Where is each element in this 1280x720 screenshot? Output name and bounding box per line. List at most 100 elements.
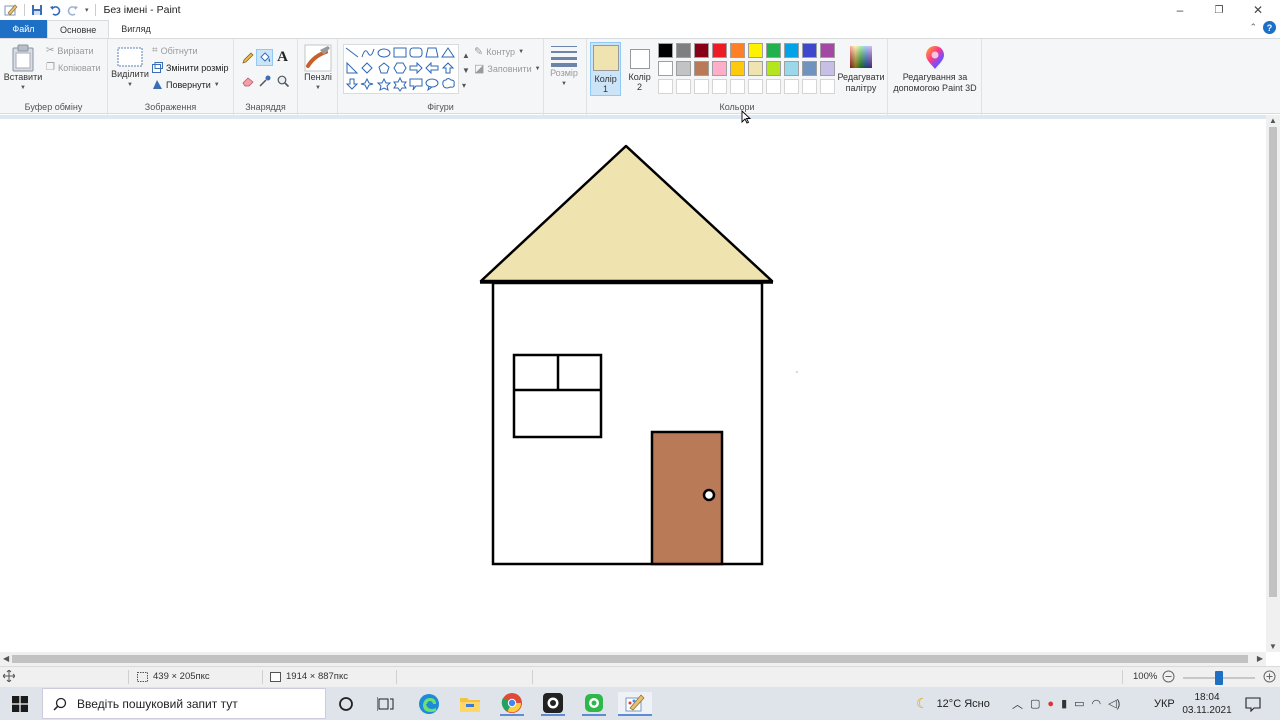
start-button[interactable] xyxy=(8,692,32,716)
size-button[interactable]: Розмір ▼ xyxy=(546,44,582,90)
scroll-up-arrow[interactable]: ▲ xyxy=(1269,116,1277,125)
palette-custom-slot[interactable] xyxy=(676,79,691,94)
cloud-callout-shape[interactable] xyxy=(442,78,455,89)
vertical-scroll-thumb[interactable] xyxy=(1269,127,1277,597)
paint-app-icon[interactable] xyxy=(4,3,18,17)
palette-color-swatch[interactable] xyxy=(766,61,781,76)
tab-view[interactable]: Вигляд xyxy=(109,20,163,38)
palette-color-swatch[interactable] xyxy=(802,61,817,76)
cortana-button[interactable] xyxy=(334,692,358,716)
weather-widget[interactable]: ☾ 12°C Ясно xyxy=(916,687,990,720)
meet-now-icon[interactable]: ▢ xyxy=(1030,697,1040,710)
rectangle-shape[interactable] xyxy=(393,47,407,58)
palette-color-swatch[interactable] xyxy=(820,43,835,58)
vertical-scrollbar[interactable]: ▲ ▼ xyxy=(1266,115,1280,652)
paste-button[interactable]: Вставити ▼ xyxy=(4,44,42,94)
taskbar-camera-app[interactable] xyxy=(541,692,565,716)
palette-color-swatch[interactable] xyxy=(712,43,727,58)
diamond-shape[interactable] xyxy=(361,62,373,74)
redo-icon[interactable] xyxy=(67,4,79,16)
palette-color-swatch[interactable] xyxy=(748,61,763,76)
gallery-expand[interactable]: ▾ xyxy=(462,81,466,90)
help-icon[interactable]: ? xyxy=(1263,21,1276,34)
oval-shape[interactable] xyxy=(377,48,391,58)
triangle-shape[interactable] xyxy=(441,47,455,58)
four-point-star-shape[interactable] xyxy=(360,77,374,91)
palette-color-swatch[interactable] xyxy=(694,61,709,76)
palette-custom-slot[interactable] xyxy=(712,79,727,94)
copy-button[interactable]: ❐ Копіювати xyxy=(46,62,100,73)
five-point-star-shape[interactable] xyxy=(376,77,392,91)
palette-color-swatch[interactable] xyxy=(784,61,799,76)
palette-custom-slot[interactable] xyxy=(820,79,835,94)
undo-icon[interactable] xyxy=(49,4,61,16)
gallery-scroll-down[interactable]: ▼ xyxy=(462,66,470,75)
color-picker-tool[interactable] xyxy=(256,72,273,89)
language-indicator[interactable]: УКР xyxy=(1154,687,1175,720)
taskbar-edge[interactable] xyxy=(417,692,441,716)
fill-button[interactable]: ◪ Заповнити ▼ xyxy=(474,62,541,75)
security-icon[interactable]: ● xyxy=(1047,698,1054,710)
notification-center-button[interactable] xyxy=(1245,687,1261,720)
scroll-down-arrow[interactable]: ▼ xyxy=(1269,642,1277,651)
tab-file[interactable]: Файл xyxy=(0,20,47,38)
palette-color-swatch[interactable] xyxy=(802,43,817,58)
palette-color-swatch[interactable] xyxy=(712,61,727,76)
color2-selector[interactable]: Колір 2 xyxy=(624,42,655,96)
taskbar-file-explorer[interactable] xyxy=(458,692,482,716)
palette-custom-slot[interactable] xyxy=(748,79,763,94)
palette-color-swatch[interactable] xyxy=(820,61,835,76)
select-button[interactable]: Виділити ▼ xyxy=(111,47,149,91)
wifi-icon[interactable]: ◠ xyxy=(1092,697,1102,710)
gallery-scroll-up[interactable]: ▲ xyxy=(462,51,470,60)
palette-custom-slot[interactable] xyxy=(766,79,781,94)
palette-color-swatch[interactable] xyxy=(676,61,691,76)
palette-color-swatch[interactable] xyxy=(766,43,781,58)
hexagon-shape[interactable] xyxy=(393,62,407,74)
battery-icon[interactable]: ▭ xyxy=(1074,697,1084,710)
task-view-button[interactable] xyxy=(374,692,398,716)
minimize-button[interactable]: – xyxy=(1160,0,1200,20)
clock[interactable]: 18:04 03.11.2021 xyxy=(1182,687,1232,720)
rotate-button[interactable]: Повернути ▼ xyxy=(152,79,220,90)
zoom-out-button[interactable] xyxy=(1162,670,1175,683)
palette-color-swatch[interactable] xyxy=(658,43,673,58)
palette-color-swatch[interactable] xyxy=(748,43,763,58)
taskbar-paint[interactable] xyxy=(618,692,652,716)
line-shape[interactable] xyxy=(345,47,359,58)
curve-shape[interactable] xyxy=(361,48,375,58)
fill-tool[interactable] xyxy=(256,49,273,66)
palette-custom-slot[interactable] xyxy=(658,79,673,94)
palette-custom-slot[interactable] xyxy=(802,79,817,94)
palette-custom-slot[interactable] xyxy=(694,79,709,94)
down-arrow-shape[interactable] xyxy=(345,78,359,90)
restore-button[interactable]: ❐ xyxy=(1199,0,1239,20)
taskbar-chrome[interactable] xyxy=(500,692,524,716)
zoom-in-button[interactable] xyxy=(1263,670,1276,683)
palette-custom-slot[interactable] xyxy=(730,79,745,94)
scroll-left-arrow[interactable]: ◀ xyxy=(3,654,9,663)
magnifier-tool[interactable] xyxy=(274,72,291,89)
resize-button[interactable]: Змінити розмір xyxy=(152,62,229,73)
edit-colors-button[interactable]: Редагувати палітру xyxy=(836,44,886,94)
close-button[interactable]: ✕ xyxy=(1238,0,1278,20)
horizontal-scroll-thumb[interactable] xyxy=(12,655,1248,663)
zoom-slider-thumb[interactable] xyxy=(1215,671,1223,685)
cut-button[interactable]: ✂ Вирізати xyxy=(46,45,94,56)
palette-color-swatch[interactable] xyxy=(730,61,745,76)
palette-color-swatch[interactable] xyxy=(784,43,799,58)
palette-color-swatch[interactable] xyxy=(676,43,691,58)
six-point-star-shape[interactable] xyxy=(393,76,407,92)
color1-selector[interactable]: Колір 1 xyxy=(590,42,621,96)
rect-callout-shape[interactable] xyxy=(409,78,423,91)
horizontal-scrollbar[interactable]: ◀ ▶ xyxy=(0,652,1266,666)
taskbar-search[interactable]: Введіть пошуковий запит тут xyxy=(42,688,326,719)
palette-color-swatch[interactable] xyxy=(730,43,745,58)
brushes-button[interactable]: Пензлі ▼ xyxy=(300,44,336,94)
oval-callout-shape[interactable] xyxy=(425,78,439,92)
palette-custom-slot[interactable] xyxy=(784,79,799,94)
eraser-tool[interactable] xyxy=(239,72,256,89)
pentagon-shape[interactable] xyxy=(378,62,390,74)
palette-color-swatch[interactable] xyxy=(658,61,673,76)
right-triangle-shape[interactable] xyxy=(346,61,359,74)
